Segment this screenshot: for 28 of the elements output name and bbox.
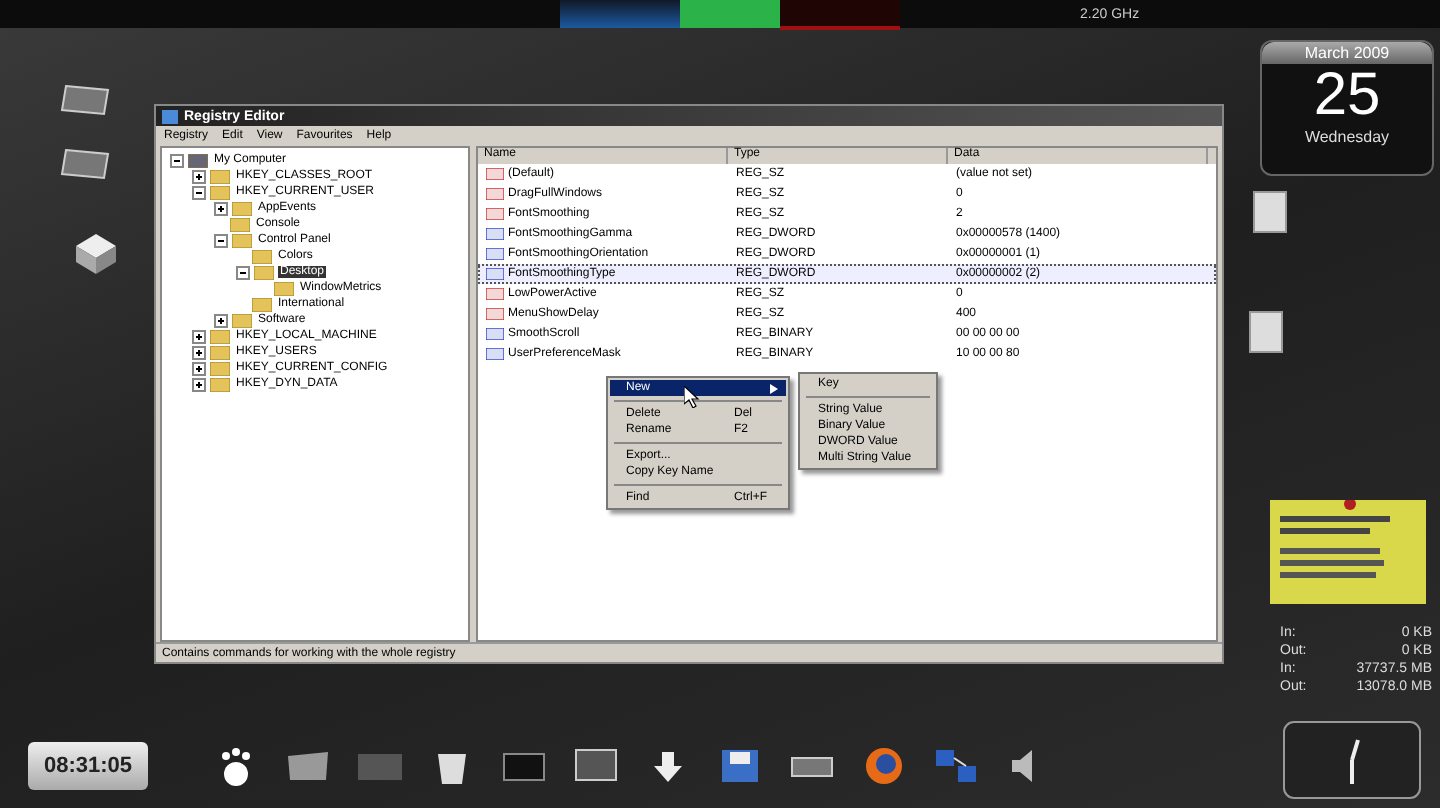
document-icon xyxy=(1248,310,1284,354)
cpu-graph xyxy=(560,0,680,28)
registry-icon xyxy=(162,109,178,123)
document-icon xyxy=(1252,190,1288,234)
computer-icon xyxy=(188,153,208,167)
collapse-toggle[interactable] xyxy=(214,233,228,247)
expand-toggle[interactable] xyxy=(192,345,206,359)
monitor-icon xyxy=(60,144,112,184)
expand-toggle[interactable] xyxy=(192,329,206,343)
digital-clock: 08:31:05 xyxy=(28,742,149,790)
expand-toggle[interactable] xyxy=(214,313,228,327)
expand-toggle[interactable] xyxy=(192,361,206,375)
network-icon[interactable] xyxy=(932,744,981,788)
package-icon xyxy=(72,230,120,278)
calendar-weekday: Wednesday xyxy=(1304,128,1390,146)
monitor-icon xyxy=(60,80,112,120)
collapse-toggle[interactable] xyxy=(192,185,206,199)
calendar-month: March 2009 xyxy=(1262,42,1432,64)
memory-graph xyxy=(680,0,780,28)
expand-toggle[interactable] xyxy=(214,201,228,215)
network-graph xyxy=(780,0,900,30)
clock-widget-drawing xyxy=(1282,720,1422,800)
mouse-cursor-icon xyxy=(684,386,700,408)
collapse-toggle[interactable] xyxy=(236,265,250,279)
collapse-toggle[interactable] xyxy=(170,153,184,167)
calendar-day: 25 xyxy=(1313,64,1381,128)
expand-toggle[interactable] xyxy=(192,377,206,391)
expand-toggle[interactable] xyxy=(192,169,206,183)
